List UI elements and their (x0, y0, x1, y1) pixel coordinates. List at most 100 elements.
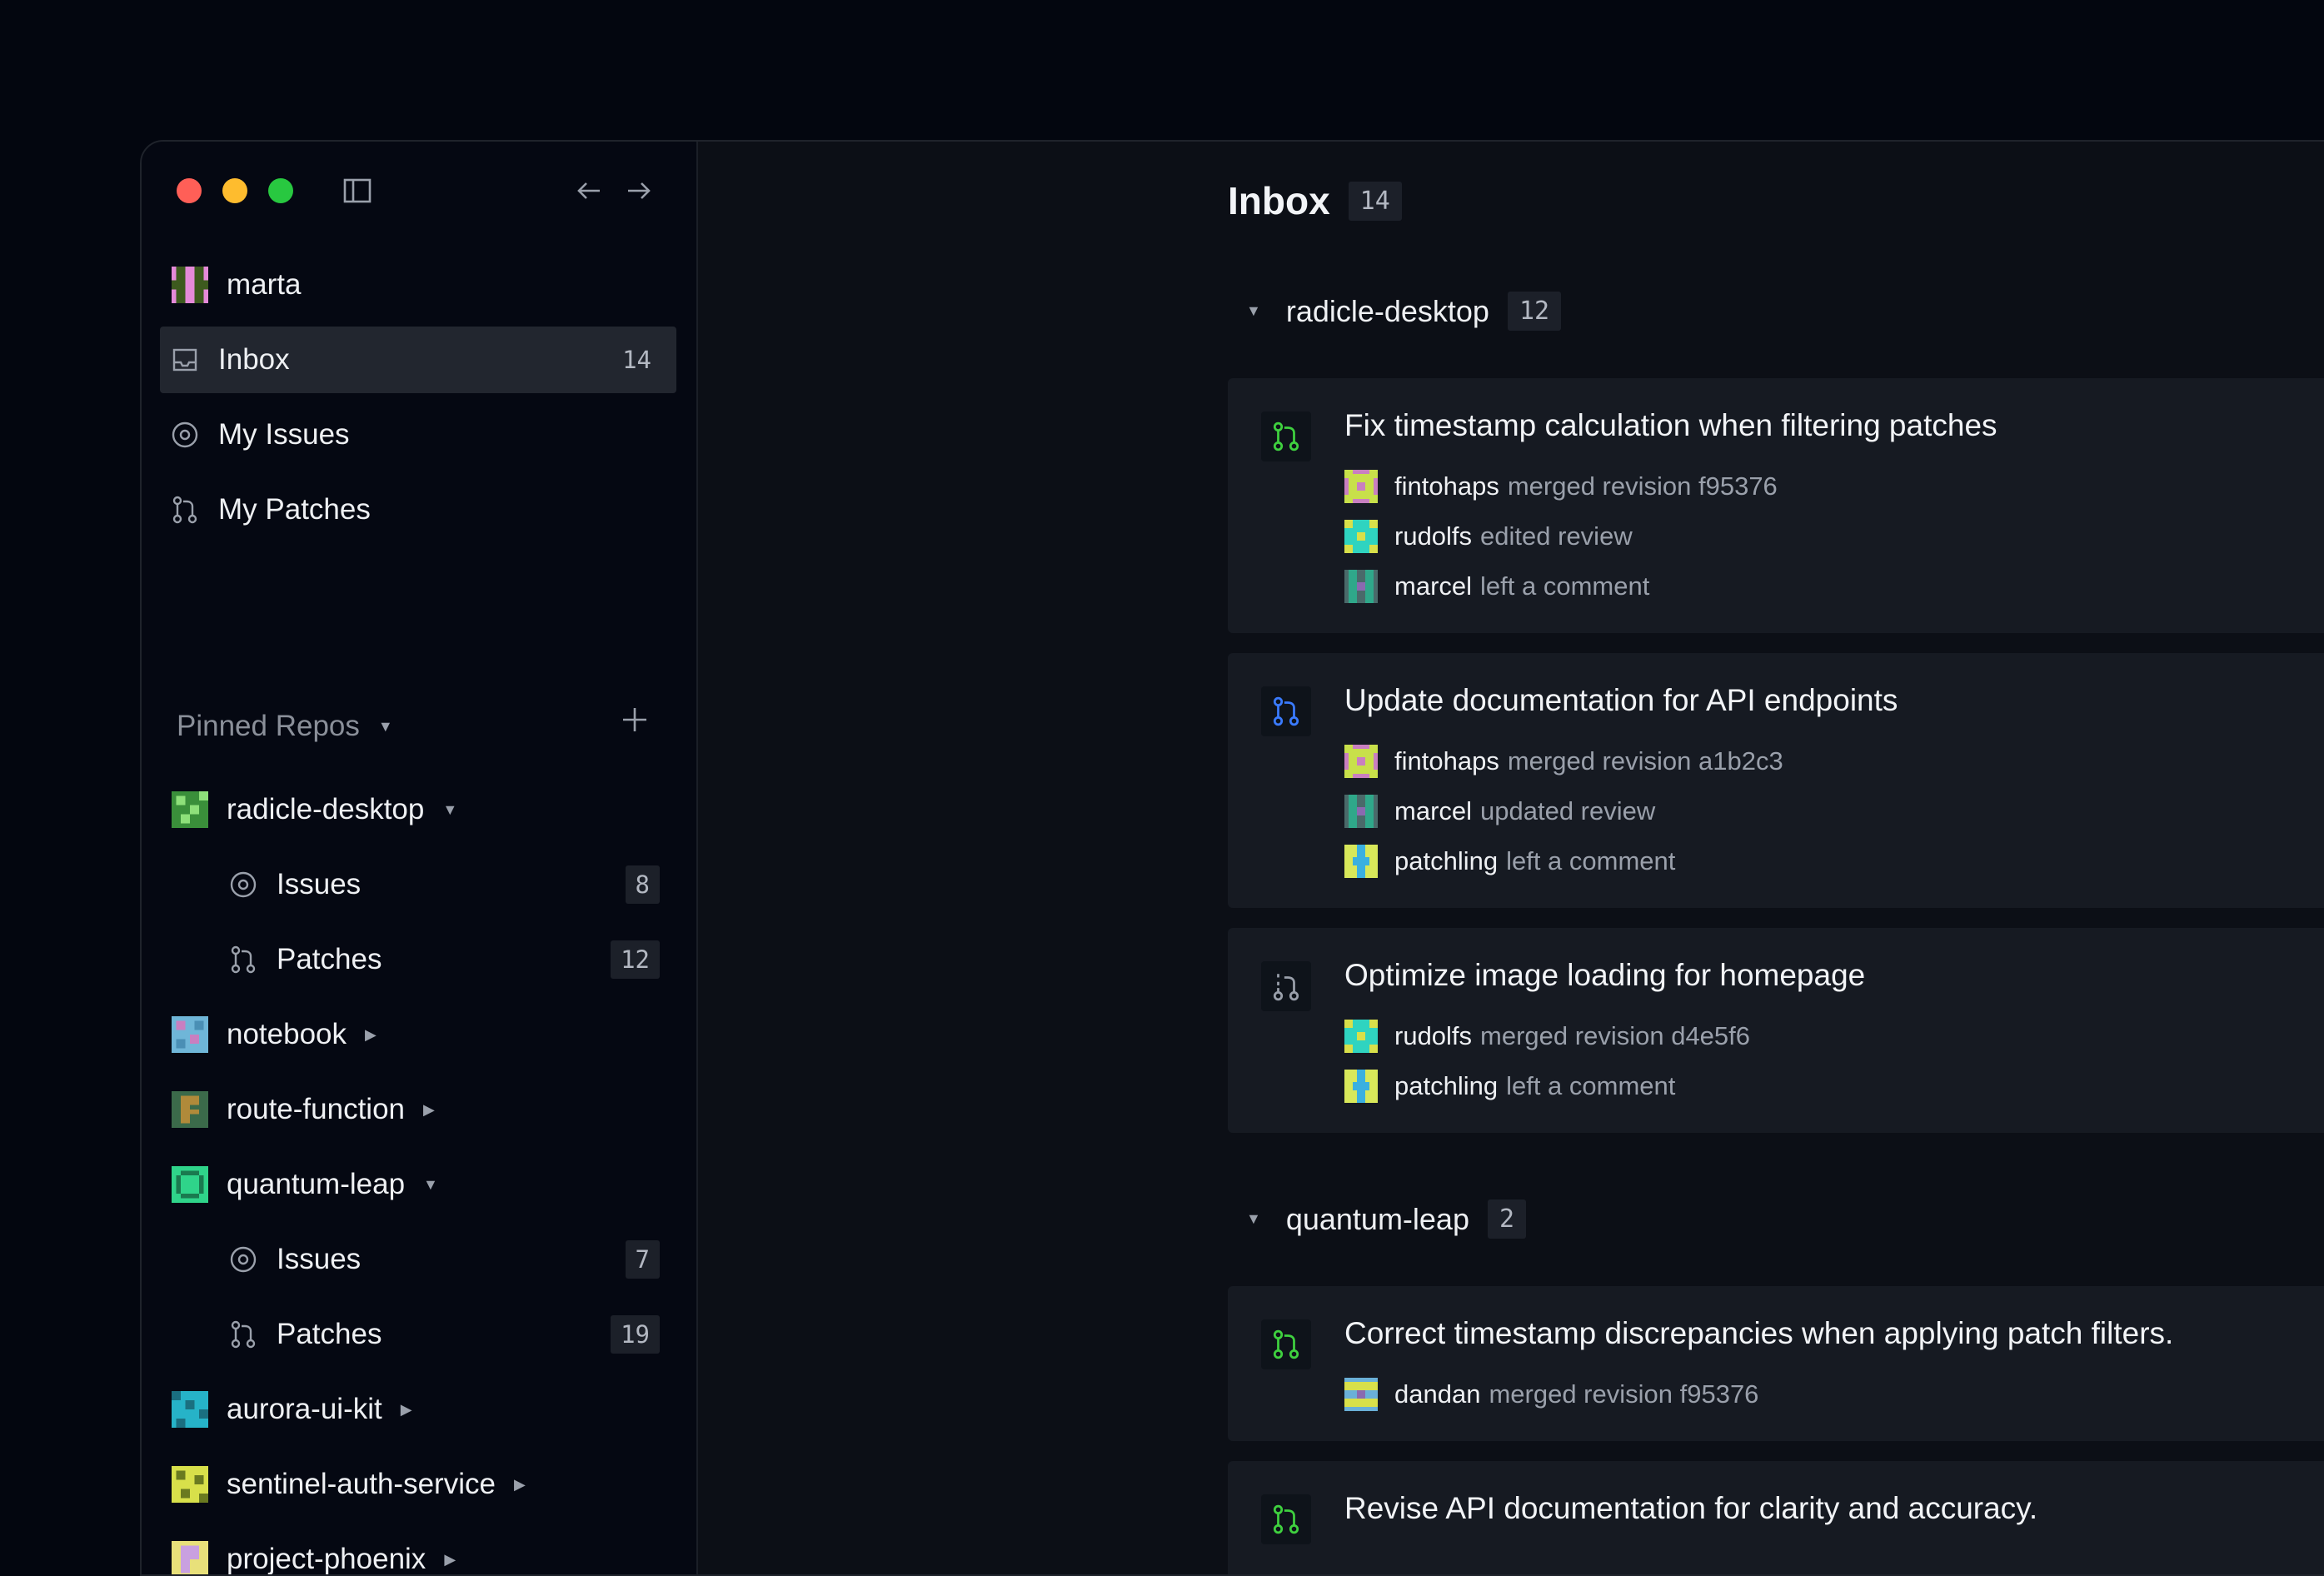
inbox-item[interactable]: Optimize image loading for homepage rudo… (1228, 928, 2324, 1133)
pinned-repos-header[interactable]: Pinned Repos ▼ (177, 710, 393, 743)
sidebar-item-my-issues[interactable]: My Issues (160, 401, 676, 468)
repo-item-project-phoenix[interactable]: project-phoenix ▶ (160, 1526, 676, 1575)
sub-item-label: Patches (277, 1318, 382, 1350)
rudolfs-avatar (1344, 520, 1378, 553)
add-pinned-repo-button[interactable] (618, 703, 651, 736)
activity-user[interactable]: patchling (1394, 846, 1498, 876)
activity-row: marcel updated review (1344, 795, 1655, 828)
chevron-down-icon: ▼ (442, 800, 458, 818)
item-title: Correct timestamp discrepancies when app… (1344, 1316, 2174, 1350)
sidebar-item-my-patches[interactable]: My Patches (160, 476, 676, 543)
activity-text: merged revision f95376 (1507, 471, 1778, 501)
repo-quantum-leap-patches[interactable]: Patches 19 (160, 1301, 676, 1368)
activity-text: merged revision a1b2c3 (1507, 746, 1783, 776)
item-title: Revise API documentation for clarity and… (1344, 1491, 2038, 1525)
repo-avatar (172, 1166, 208, 1203)
item-title: Update documentation for API endpoints (1344, 683, 1898, 717)
close-window-button[interactable] (177, 178, 202, 203)
repo-name: route-function (227, 1093, 406, 1125)
maximize-window-button[interactable] (268, 178, 293, 203)
chevron-right-icon: ▶ (513, 1475, 526, 1493)
inbox-panel: Inbox 14 ▼ radicle-desktop 12 Fix timest… (698, 142, 2324, 1574)
chevron-right-icon: ▶ (365, 1025, 377, 1043)
repo-name: sentinel-auth-service (227, 1468, 496, 1500)
activity-user[interactable]: rudolfs (1394, 1021, 1472, 1051)
repo-avatar (172, 1091, 208, 1128)
activity-row: dandan merged revision f95376 (1344, 1378, 1758, 1411)
activity-row: fintohaps merged revision a1b2c3 (1344, 745, 1783, 778)
activity-text: merged revision f95376 (1489, 1379, 1759, 1409)
repo-name: project-phoenix (227, 1543, 426, 1575)
sidebar: marta Inbox 14 My Issues My Patches Pinn… (142, 142, 698, 1574)
repo-avatar (172, 1016, 208, 1053)
inbox-count: 14 (622, 346, 651, 374)
inbox-item[interactable]: Revise API documentation for clarity and… (1228, 1461, 2324, 1574)
page-title: Inbox 14 (1228, 178, 1402, 223)
repo-avatar (172, 791, 208, 828)
repo-item-notebook[interactable]: notebook ▶ (160, 1001, 676, 1068)
chevron-down-icon: ▼ (423, 1175, 438, 1193)
repo-item-quantum-leap[interactable]: quantum-leap ▼ (160, 1151, 676, 1218)
page-title-text: Inbox (1228, 179, 1330, 222)
marcel-avatar (1344, 795, 1378, 828)
activity-row: patchling left a comment (1344, 845, 1675, 878)
activity-row: patchling left a comment (1344, 1070, 1675, 1103)
group-count-badge: 2 (1487, 1199, 1527, 1239)
repo-item-radicle-desktop[interactable]: radicle-desktop ▼ (160, 776, 676, 843)
inbox-item[interactable]: Update documentation for API endpoints f… (1228, 653, 2324, 908)
activity-user[interactable]: fintohaps (1394, 746, 1499, 776)
fintohaps-avatar (1344, 745, 1378, 778)
sidebar-toggle-icon[interactable] (342, 175, 373, 207)
activity-text: left a comment (1506, 1071, 1676, 1100)
activity-user[interactable]: marcel (1394, 796, 1472, 826)
inbox-item[interactable]: Correct timestamp discrepancies when app… (1228, 1286, 2324, 1441)
repo-avatar (172, 1466, 208, 1503)
inbox-item[interactable]: Fix timestamp calculation when filtering… (1228, 378, 2324, 633)
group-header-radicle-desktop[interactable]: ▼ radicle-desktop 12 (1246, 292, 1562, 331)
activity-user[interactable]: patchling (1394, 1071, 1498, 1101)
activity-user[interactable]: dandan (1394, 1379, 1480, 1409)
activity-user[interactable]: marcel (1394, 571, 1472, 601)
repo-radicle-desktop-issues[interactable]: Issues 8 (160, 851, 676, 918)
item-title: Fix timestamp calculation when filtering… (1344, 408, 1997, 442)
activity-row: rudolfs edited review (1344, 520, 1633, 553)
repo-avatar (172, 1541, 208, 1574)
repo-item-sentinel-auth-service[interactable]: sentinel-auth-service ▶ (160, 1451, 676, 1518)
group-repo-name: quantum-leap (1285, 1201, 1469, 1236)
chevron-down-icon: ▼ (1246, 1210, 1261, 1227)
sub-item-label: Patches (277, 943, 382, 975)
back-arrow-icon[interactable] (573, 175, 605, 207)
forward-arrow-icon[interactable] (623, 175, 655, 207)
repo-item-route-function[interactable]: route-function ▶ (160, 1076, 676, 1143)
patch-merged-icon (1261, 411, 1311, 461)
chevron-down-icon: ▼ (1246, 302, 1261, 319)
chevron-right-icon: ▶ (400, 1400, 412, 1418)
minimize-window-button[interactable] (222, 178, 247, 203)
inbox-count-badge: 14 (1348, 181, 1402, 221)
activity-user[interactable]: fintohaps (1394, 471, 1499, 501)
patches-count: 19 (611, 1315, 660, 1354)
activity-row: fintohaps merged revision f95376 (1344, 470, 1778, 503)
patch-icon (168, 493, 202, 526)
sidebar-item-label: Inbox (218, 343, 290, 376)
group-header-quantum-leap[interactable]: ▼ quantum-leap 2 (1246, 1199, 1527, 1239)
fintohaps-avatar (1344, 470, 1378, 503)
repo-item-aurora-ui-kit[interactable]: aurora-ui-kit ▶ (160, 1376, 676, 1443)
patch-merged-icon (1261, 1319, 1311, 1369)
issue-icon (227, 868, 260, 901)
sidebar-item-inbox[interactable]: Inbox 14 (160, 327, 676, 393)
patchling-avatar (1344, 845, 1378, 878)
repo-avatar (172, 1391, 208, 1428)
titlebar (142, 142, 696, 235)
repo-radicle-desktop-patches[interactable]: Patches 12 (160, 926, 676, 993)
patch-icon (227, 943, 260, 976)
group-count-badge: 12 (1507, 292, 1562, 331)
sub-item-label: Issues (277, 868, 362, 900)
patch-open-icon (1261, 686, 1311, 736)
user-profile[interactable]: marta (160, 252, 676, 318)
patches-count: 12 (611, 940, 660, 979)
activity-text: updated review (1480, 796, 1656, 825)
activity-user[interactable]: rudolfs (1394, 521, 1472, 551)
activity-text: merged revision d4e5f6 (1480, 1021, 1751, 1050)
repo-quantum-leap-issues[interactable]: Issues 7 (160, 1226, 676, 1293)
